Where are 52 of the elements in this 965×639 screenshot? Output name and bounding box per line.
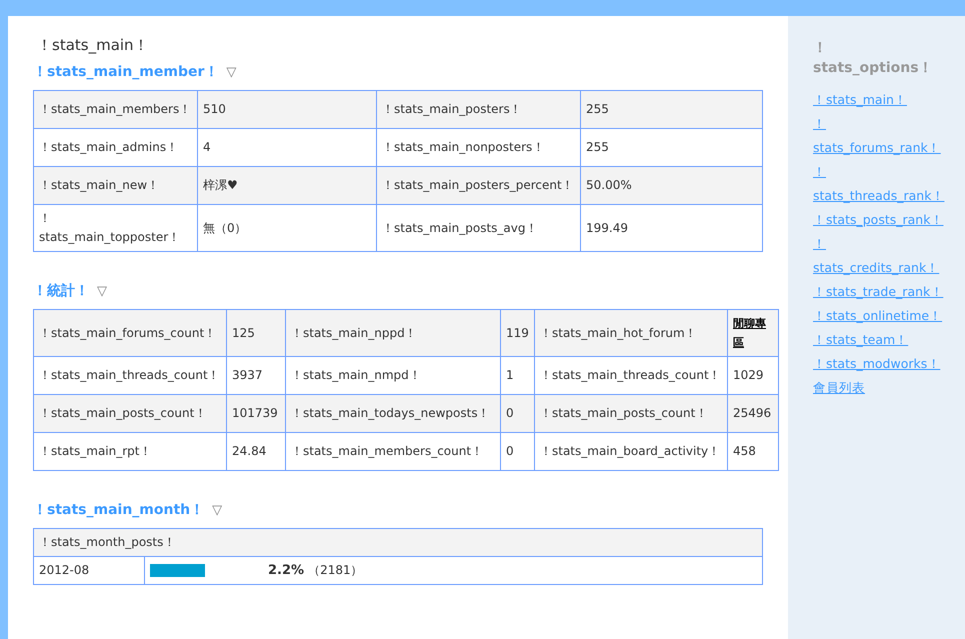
table-cell: ！stats_main_rpt！ xyxy=(34,432,226,470)
table-header: ！stats_month_posts！ xyxy=(34,528,762,556)
table-cell: 119 xyxy=(500,310,534,356)
table-cell: 510 xyxy=(198,90,376,128)
table-cell: ！stats_main_new！ xyxy=(34,166,198,204)
sidebar-link[interactable]: 會員列表 xyxy=(813,376,948,400)
percent-label: 2.2% xyxy=(267,562,304,580)
sidebar-link[interactable]: ！stats_modworks！ xyxy=(813,352,948,376)
table-cell: ！stats_main_board_activity！ xyxy=(534,432,728,470)
page-title: ！stats_main！ xyxy=(37,36,150,55)
table-cell: 199.49 xyxy=(580,204,762,252)
sidebar-link[interactable]: ！stats_forums_rank！ xyxy=(813,112,948,160)
table-cell: 梓漯♥ xyxy=(198,166,376,204)
table-cell: 101739 xyxy=(226,394,286,432)
sidebar-link[interactable]: ！stats_threads_rank！ xyxy=(813,160,948,208)
table-cell: ！stats_main_todays_newposts！ xyxy=(286,394,500,432)
table-cell: ！stats_main_posters_percent！ xyxy=(376,166,580,204)
sidebar-title: ！stats_options！ xyxy=(813,39,934,78)
collapse-toggle[interactable]: ▽ xyxy=(97,284,107,298)
table-cell: 458 xyxy=(728,432,778,470)
sidebar-link[interactable]: ！stats_main！ xyxy=(813,88,948,112)
table-cell: ！stats_main_nppd！ xyxy=(286,310,500,356)
collapse-toggle[interactable]: ▽ xyxy=(212,502,222,518)
sidebar-link[interactable]: ！stats_onlinetime！ xyxy=(813,304,948,328)
table-cell: 24.84 xyxy=(226,432,286,470)
table-cell: 255 xyxy=(580,90,762,128)
table-cell: 0 xyxy=(500,394,534,432)
table-cell: 125 xyxy=(226,310,286,356)
section-title: ！stats_main_member！ xyxy=(33,63,218,81)
month-cell: 2012-08 xyxy=(34,556,144,584)
table-cell: ！stats_main_members！ xyxy=(34,90,198,128)
sidebar-link[interactable]: ！stats_trade_rank！ xyxy=(813,280,948,304)
table-cell: ！stats_main_posts_count！ xyxy=(34,394,226,432)
section-title: ！統計！ xyxy=(33,282,89,300)
table-cell: ！stats_main_topposter！ xyxy=(34,204,198,252)
table-cell: ！stats_main_forums_count！ xyxy=(34,310,226,356)
section-title: ！stats_main_month！ xyxy=(33,501,204,519)
table-cell: 無（0） xyxy=(198,204,376,252)
table-cell: 50.00% xyxy=(580,166,762,204)
sidebar-link[interactable]: ！stats_credits_rank！ xyxy=(813,232,948,280)
count-label: （2181） xyxy=(308,562,363,579)
sidebar-link[interactable]: ！stats_team！ xyxy=(813,328,948,352)
forum-link[interactable]: 閒聊專區 xyxy=(733,314,773,352)
table-cell: 0 xyxy=(500,432,534,470)
table-cell: 25496 xyxy=(728,394,778,432)
table-cell: ！stats_main_posters！ xyxy=(376,90,580,128)
collapse-toggle[interactable]: ▽ xyxy=(226,64,236,80)
table-cell: ！stats_main_hot_forum！ xyxy=(534,310,728,356)
table-cell: ！stats_main_posts_count！ xyxy=(534,394,728,432)
table-cell: ！stats_main_members_count！ xyxy=(286,432,500,470)
table-cell: ！stats_main_posts_avg！ xyxy=(376,204,580,252)
sidebar-link[interactable]: ！stats_posts_rank！ xyxy=(813,208,948,232)
